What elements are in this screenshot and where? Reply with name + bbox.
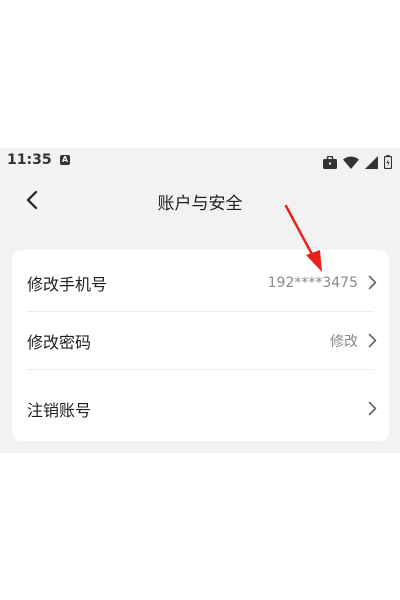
battery-icon (383, 154, 393, 173)
delete-account-label: 注销账号 (27, 400, 92, 420)
delete-account-row[interactable]: 注销账号 (12, 380, 389, 437)
app-screen: 11:35 A 账户与安全 修改手机号 192****3475 修改密码 修改 … (0, 148, 400, 453)
change-phone-row[interactable]: 修改手机号 192****3475 (12, 254, 389, 311)
briefcase-icon (323, 154, 337, 173)
status-time: 11:35 (7, 152, 52, 168)
change-password-value: 修改 (330, 333, 358, 350)
page: 11:35 A 账户与安全 修改手机号 192****3475 修改密码 修改 … (0, 0, 400, 600)
header-bar: 账户与安全 (0, 174, 400, 228)
red-arrow-icon (284, 204, 322, 272)
change-password-label: 修改密码 (27, 332, 92, 352)
chevron-right-icon (365, 275, 379, 291)
a-letter-icon: A (60, 155, 70, 165)
wifi-icon (343, 154, 359, 173)
settings-card: 修改手机号 192****3475 修改密码 修改 注销账号 (12, 250, 389, 441)
change-phone-label: 修改手机号 (27, 274, 108, 294)
change-password-row[interactable]: 修改密码 修改 (12, 312, 389, 369)
chevron-right-icon (365, 333, 379, 349)
signal-icon (365, 154, 378, 173)
divider (27, 369, 374, 370)
status-icons (323, 154, 393, 173)
status-bar: 11:35 A (0, 148, 400, 174)
page-title: 账户与安全 (157, 194, 243, 214)
chevron-right-icon (365, 401, 379, 417)
